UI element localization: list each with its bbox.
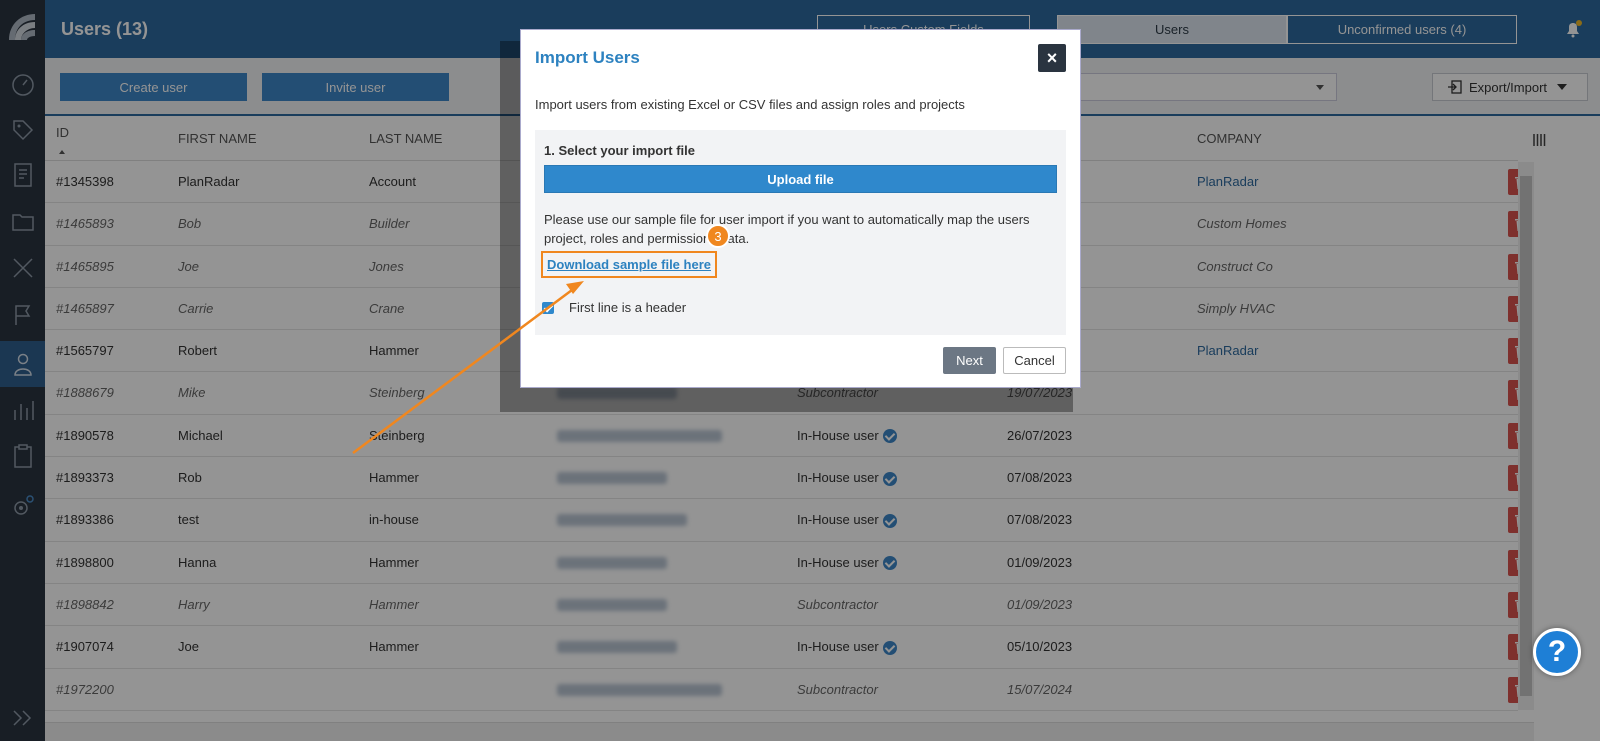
help-button[interactable]: ?	[1533, 628, 1581, 676]
annotation-arrow	[352, 281, 584, 455]
